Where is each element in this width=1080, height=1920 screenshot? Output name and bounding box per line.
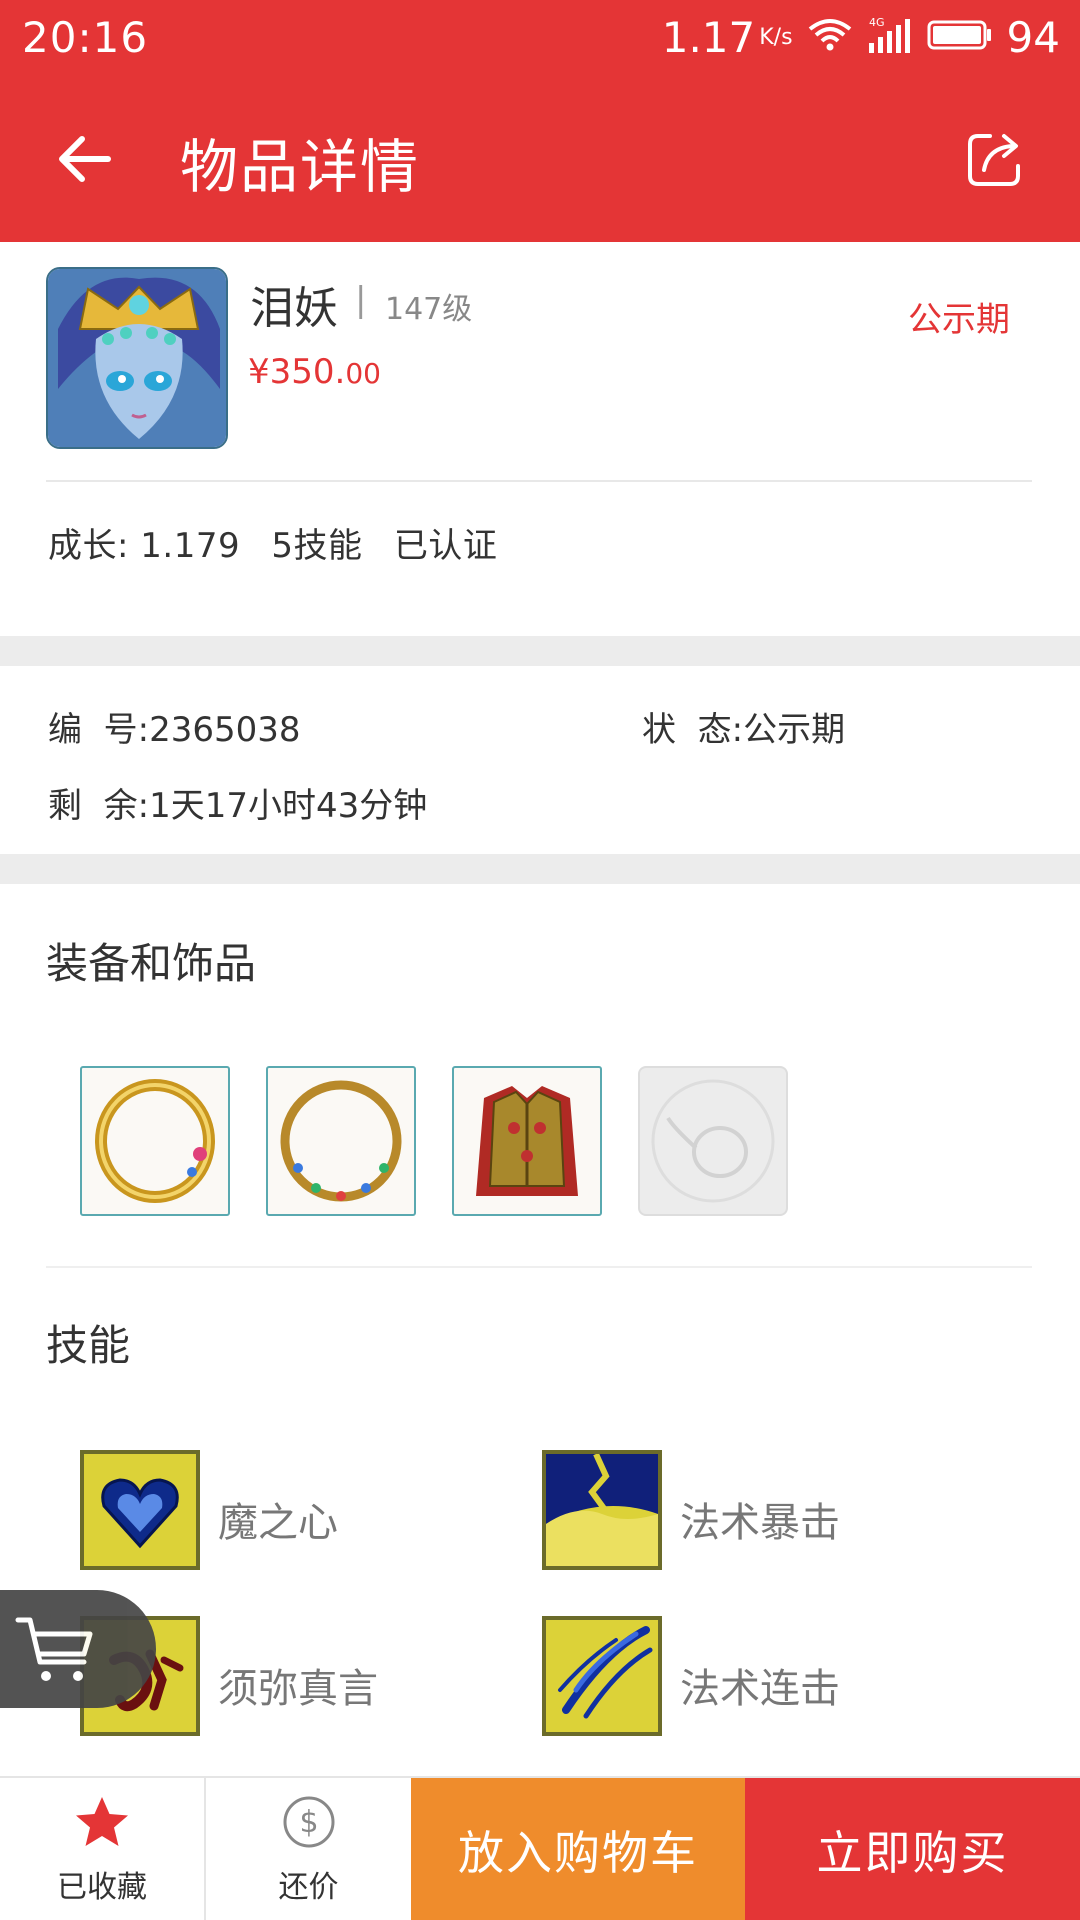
equipment-armor[interactable] <box>452 1066 602 1216</box>
network-speed: 1.17 K/s <box>662 13 793 62</box>
bargain-label: 还价 <box>278 1870 339 1905</box>
state-row: 状 态:公示期 <box>642 702 845 751</box>
favorite-button[interactable]: 已收藏 <box>0 1778 204 1920</box>
screen: 20:16 1.17 K/s 4G 94 物品详情 泪妖 | 147级 ¥350… <box>0 0 1080 1920</box>
equipment-ring-1[interactable] <box>80 1066 230 1216</box>
id-row: 编 号:2365038 <box>48 702 301 751</box>
skills-title: 技能 <box>46 1321 131 1370</box>
battery-percent: 94 <box>1006 12 1060 62</box>
cellular-signal-icon: 4G <box>867 15 913 59</box>
share-icon[interactable] <box>960 124 1030 194</box>
cart-icon <box>14 1612 94 1692</box>
status-indicators: 1.17 K/s 4G 94 <box>662 13 1060 62</box>
skill-label: 须弥真言 <box>218 1666 378 1712</box>
back-arrow-icon[interactable] <box>50 124 120 194</box>
section-gap <box>0 854 1080 884</box>
remaining-label: 剩 余: <box>48 786 150 826</box>
skill-label: 魔之心 <box>218 1500 338 1546</box>
attribute-growth: 成长: 1.179 <box>48 526 241 566</box>
skill-demon-heart-icon[interactable] <box>80 1450 200 1570</box>
info-section: 编 号:2365038 状 态:公示期 剩 余:1天17小时43分钟 <box>0 666 1080 854</box>
equipment-empty-slot[interactable] <box>638 1066 788 1216</box>
network-type-label: 4G <box>869 16 885 29</box>
svg-text:$: $ <box>299 1805 318 1840</box>
attribute-list: 成长: 1.179 5技能 已认证 <box>48 518 517 567</box>
pet-name: 泪妖 <box>250 283 338 334</box>
dollar-circle-icon: $ <box>281 1794 337 1854</box>
name-level-separator: | <box>355 280 367 320</box>
pet-level: 147级 <box>385 292 473 327</box>
equipment-ring-2[interactable] <box>266 1066 416 1216</box>
page-title: 物品详情 <box>180 133 421 201</box>
bottom-action-bar: 已收藏 $ 还价 放入购物车 立即购买 <box>0 1776 1080 1920</box>
skill-label: 法术连击 <box>680 1666 840 1712</box>
wifi-icon <box>807 17 853 57</box>
app-bar: 物品详情 <box>0 74 1080 242</box>
bargain-button[interactable]: $ 还价 <box>206 1778 411 1920</box>
network-speed-unit: K/s <box>759 24 793 50</box>
skill-spell-combo-icon[interactable] <box>542 1616 662 1736</box>
id-value: 2365038 <box>149 710 301 750</box>
id-label: 编 号: <box>48 710 150 750</box>
add-to-cart-button[interactable]: 放入购物车 <box>411 1778 745 1920</box>
skill-spell-critical-icon[interactable] <box>542 1450 662 1570</box>
star-icon <box>73 1794 131 1854</box>
battery-icon <box>927 18 993 56</box>
divider <box>46 1266 1032 1268</box>
network-speed-value: 1.17 <box>661 12 756 62</box>
pet-avatar <box>46 267 228 449</box>
price: ¥350.00 <box>248 352 381 392</box>
skill-label: 法术暴击 <box>680 1500 840 1546</box>
attribute-skill-count: 5技能 <box>271 526 363 566</box>
favorite-label: 已收藏 <box>57 1870 147 1905</box>
product-summary: 泪妖 | 147级 ¥350.00 公示期 成长: 1.179 5技能 已认证 <box>0 242 1080 636</box>
price-cents: 00 <box>345 357 381 390</box>
equipment-title: 装备和饰品 <box>46 939 257 988</box>
state-value: 公示期 <box>743 710 846 750</box>
state-label: 状 态: <box>642 710 744 750</box>
section-gap <box>0 636 1080 666</box>
divider <box>46 480 1032 482</box>
remaining-row: 剩 余:1天17小时43分钟 <box>48 778 427 827</box>
status-tag: 公示期 <box>908 300 1010 340</box>
attribute-verified: 已认证 <box>393 526 498 566</box>
status-bar: 20:16 1.17 K/s 4G 94 <box>0 0 1080 74</box>
floating-cart-button[interactable] <box>0 1590 156 1708</box>
status-time: 20:16 <box>22 12 149 62</box>
buy-now-button[interactable]: 立即购买 <box>745 1778 1080 1920</box>
remaining-value: 1天17小时43分钟 <box>149 786 428 826</box>
price-main: ¥350. <box>248 352 346 392</box>
